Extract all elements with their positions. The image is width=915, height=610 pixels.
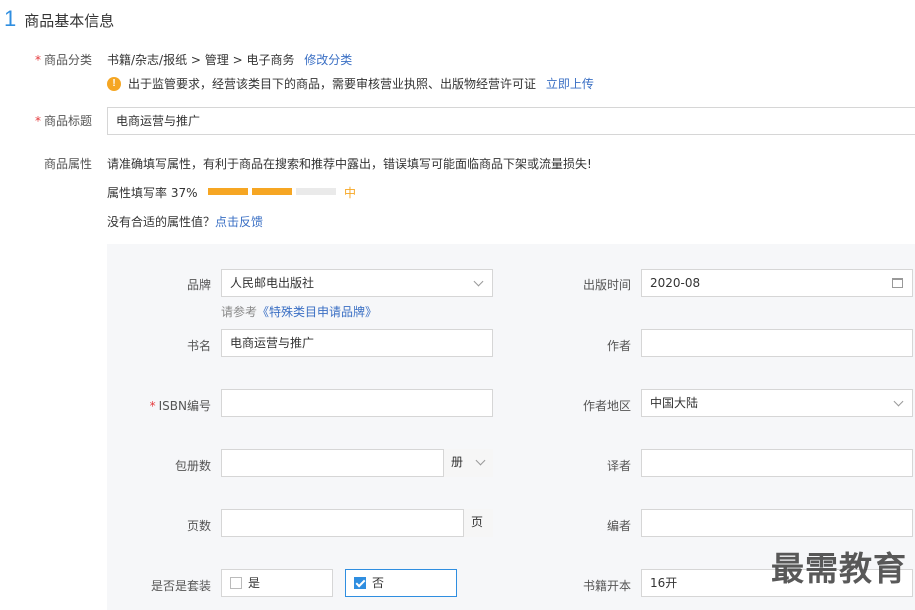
volumes-unit-select[interactable]: 册 bbox=[443, 449, 493, 477]
translator-input[interactable] bbox=[641, 449, 913, 477]
is-set-no-option[interactable]: 否 bbox=[345, 569, 457, 597]
volumes-input[interactable]: 册 bbox=[221, 449, 493, 477]
fill-rate-segment-2 bbox=[252, 188, 292, 195]
license-warning: 出于监管要求，经营该类目下的商品，需要审核营业执照、出版物经营许可证 立即上传 bbox=[128, 77, 594, 91]
author-label: 作者 bbox=[606, 339, 631, 353]
pub-time-label: 出版时间 bbox=[582, 278, 631, 292]
translator-label: 译者 bbox=[606, 459, 631, 473]
warning-icon: ! bbox=[107, 77, 121, 91]
book-name-label: 书名 bbox=[186, 339, 211, 353]
is-set-label: 是否是套装 bbox=[150, 579, 211, 593]
modify-category-link[interactable]: 修改分类 bbox=[304, 53, 352, 67]
pages-input[interactable]: 页 bbox=[221, 509, 493, 537]
feedback-link[interactable]: 点击反馈 bbox=[215, 215, 263, 229]
checkbox-checked-icon bbox=[354, 577, 366, 589]
pub-time-picker[interactable]: 2020-08 bbox=[641, 269, 913, 297]
watermark: 最需教育 bbox=[771, 549, 907, 588]
title-label: * 商品标题 bbox=[34, 114, 92, 128]
chevron-down-icon bbox=[473, 276, 484, 287]
brand-hint: 请参考《特殊类目申请品牌》 bbox=[221, 305, 378, 319]
section-header: 1 商品基本信息 bbox=[4, 6, 114, 32]
attributes-label: 商品属性 bbox=[43, 157, 92, 171]
brand-select[interactable]: 人民邮电出版社 bbox=[221, 269, 493, 297]
isbn-label: * ISBN编号 bbox=[149, 399, 211, 413]
attributes-hint: 请准确填写属性，有利于商品在搜索和推荐中露出，错误填写可能面临商品下架或流量损失… bbox=[107, 157, 592, 171]
fill-rate-segment-3 bbox=[296, 188, 336, 195]
category-path: 书籍/杂志/报纸 > 管理 > 电子商务 修改分类 bbox=[107, 53, 353, 67]
author-region-select[interactable]: 中国大陆 bbox=[641, 389, 913, 417]
chevron-down-icon bbox=[893, 396, 904, 407]
editor-label: 编者 bbox=[606, 519, 631, 533]
volumes-label: 包册数 bbox=[174, 459, 211, 473]
section-title: 商品基本信息 bbox=[24, 12, 115, 30]
pages-unit: 页 bbox=[463, 509, 493, 537]
editor-input[interactable] bbox=[641, 509, 913, 537]
checkbox-icon bbox=[230, 577, 242, 589]
format-label: 书籍开本 bbox=[582, 579, 631, 593]
section-number: 1 bbox=[4, 6, 17, 31]
pages-label: 页数 bbox=[186, 519, 211, 533]
calendar-icon bbox=[892, 278, 903, 288]
author-input[interactable] bbox=[641, 329, 913, 357]
isbn-input[interactable] bbox=[221, 389, 493, 417]
chevron-down-icon bbox=[475, 455, 486, 466]
special-brand-link[interactable]: 《特殊类目申请品牌》 bbox=[257, 305, 377, 319]
brand-label: 品牌 bbox=[186, 278, 211, 292]
no-suitable-attr: 没有合适的属性值？点击反馈 bbox=[107, 215, 264, 229]
title-input[interactable]: 电商运营与推广 bbox=[107, 107, 915, 135]
is-set-yes-option[interactable]: 是 bbox=[221, 569, 333, 597]
fill-level: 中 bbox=[344, 186, 357, 200]
author-region-label: 作者地区 bbox=[582, 399, 631, 413]
fill-rate-label: 属性填写率 37% bbox=[107, 186, 198, 200]
upload-now-link[interactable]: 立即上传 bbox=[546, 77, 594, 91]
category-label: * 商品分类 bbox=[34, 53, 92, 67]
book-name-input[interactable]: 电商运营与推广 bbox=[221, 329, 493, 357]
fill-rate-segment-1 bbox=[208, 188, 248, 195]
